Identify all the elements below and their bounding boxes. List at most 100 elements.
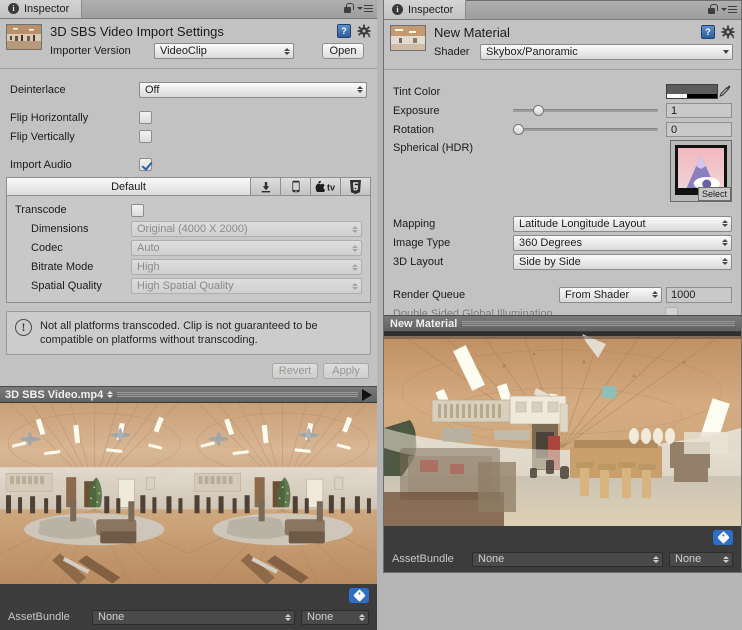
updown-arrows-icon [722, 258, 728, 265]
asset-thumbnail [6, 24, 42, 50]
importer-version-row: Importer Version VideoClip Open [50, 43, 371, 59]
importer-version-value: VideoClip [160, 45, 207, 57]
revert-button[interactable]: Revert [272, 363, 318, 379]
eyedropper-icon[interactable] [718, 84, 732, 99]
rotation-label: Rotation [393, 124, 513, 136]
header-divider [0, 68, 377, 69]
row-flip-horizontally: Flip Horizontally [10, 109, 367, 126]
image-type-dropdown[interactable]: 360 Degrees [513, 235, 732, 251]
appletv-icon: tv [315, 181, 337, 192]
assetbundle-name-dropdown[interactable]: None [472, 552, 663, 567]
info-icon: i [8, 3, 19, 14]
gear-icon[interactable] [357, 24, 371, 38]
platform-tab-tvos[interactable]: tv [310, 178, 340, 195]
tint-color-label: Tint Color [393, 86, 513, 98]
warning-icon: ! [15, 319, 32, 336]
rotation-slider[interactable] [513, 123, 658, 137]
slider-track [513, 128, 658, 131]
platform-tab-ios[interactable] [280, 178, 310, 195]
assetbundle-variant-dropdown[interactable]: None [301, 610, 369, 625]
assetbundle-tag-icon[interactable] [349, 588, 369, 603]
shader-dropdown[interactable]: Skybox/Panoramic [480, 44, 733, 60]
dimensions-value: Original (4000 X 2000) [137, 223, 248, 235]
lock-icon[interactable] [707, 4, 716, 15]
import-audio-checkbox[interactable] [139, 158, 152, 171]
layout-3d-dropdown[interactable]: Side by Side [513, 254, 732, 270]
open-button[interactable]: Open [322, 43, 364, 59]
apply-revert-row: Revert Apply [0, 355, 377, 386]
updown-arrows-icon [653, 556, 659, 563]
importer-version-dropdown[interactable]: VideoClip [154, 43, 294, 59]
apply-button[interactable]: Apply [323, 363, 369, 379]
updown-arrows-icon [352, 226, 358, 233]
rotation-value[interactable]: 0 [666, 122, 732, 137]
bitrate-mode-label: Bitrate Mode [15, 261, 131, 273]
transcode-checkbox[interactable] [131, 204, 144, 217]
alpha-bar [667, 94, 717, 98]
row-tint-color: Tint Color [393, 83, 732, 100]
hamburger-menu-icon[interactable] [357, 5, 373, 13]
material-preview-titlebar: New Material [384, 315, 741, 332]
deinterlace-dropdown[interactable]: Off [139, 82, 367, 98]
skybox-room-preview [384, 332, 741, 526]
right-header-icons: ? [701, 25, 735, 39]
image-type-value: 360 Degrees [519, 237, 582, 249]
updown-arrows-icon [352, 283, 358, 290]
assetbundle-label: AssetBundle [8, 611, 86, 623]
platform-tab-standalone[interactable] [250, 178, 280, 195]
platform-tab-default[interactable]: Default [7, 178, 250, 195]
sbs-equirect-preview [0, 403, 377, 584]
render-queue-value[interactable]: 1000 [666, 287, 732, 303]
exposure-slider[interactable] [513, 104, 658, 118]
deinterlace-value: Off [145, 84, 159, 96]
slider-knob[interactable] [533, 105, 544, 116]
bitrate-mode-value: High [137, 261, 160, 273]
exposure-value[interactable]: 1 [666, 103, 732, 118]
mapping-dropdown[interactable]: Latitude Longitude Layout [513, 216, 732, 232]
material-preview-title: New Material [390, 318, 457, 330]
dimensions-dropdown: Original (4000 X 2000) [131, 221, 362, 237]
updown-arrows-icon[interactable] [107, 391, 113, 398]
assetbundle-tag-icon[interactable] [713, 530, 733, 545]
flip-horizontally-checkbox[interactable] [139, 111, 152, 124]
platform-tab-webgl[interactable] [340, 178, 370, 195]
deinterlace-label: Deinterlace [10, 84, 139, 96]
row-render-queue: Render Queue From Shader 1000 [393, 286, 732, 303]
inspector-window-material: i Inspector [383, 0, 742, 573]
play-icon[interactable] [362, 389, 372, 401]
select-button[interactable]: Select [698, 187, 731, 201]
spherical-texture-field[interactable]: Select [670, 140, 732, 202]
warning-text: Not all platforms transcoded. Clip is no… [40, 319, 362, 347]
video-preview-title: 3D SBS Video.mp4 [5, 389, 103, 401]
flip-vertically-checkbox[interactable] [139, 130, 152, 143]
tint-color-swatch[interactable] [666, 84, 718, 99]
row-codec: Codec Auto [15, 240, 362, 256]
assetbundle-variant-dropdown[interactable]: None [669, 552, 733, 567]
preview-grip[interactable] [117, 391, 358, 398]
row-spatial-quality: Spatial Quality High Spatial Quality [15, 278, 362, 294]
thumbnail-room-image [7, 25, 41, 49]
preview-grip[interactable] [462, 320, 735, 327]
help-book-icon[interactable]: ? [701, 25, 715, 39]
tab-inspector-left[interactable]: i Inspector [0, 0, 82, 18]
render-queue-mode-dropdown[interactable]: From Shader [559, 287, 662, 303]
material-preview-canvas[interactable] [384, 332, 741, 526]
transcode-label: Transcode [15, 204, 131, 216]
assetbundle-variant-value: None [307, 611, 333, 623]
render-queue-label: Render Queue [393, 289, 513, 301]
html5-webgl-icon [349, 180, 362, 194]
transcode-warning-helpbox: ! Not all platforms transcoded. Clip is … [6, 311, 371, 355]
lock-icon[interactable] [343, 3, 352, 14]
video-preview-canvas[interactable] [0, 403, 377, 584]
gear-icon[interactable] [721, 25, 735, 39]
importer-version-label: Importer Version [50, 45, 154, 57]
assetbundle-label: AssetBundle [392, 553, 466, 565]
assetbundle-name-value: None [478, 553, 504, 565]
page-title: 3D SBS Video Import Settings [50, 24, 371, 39]
assetbundle-row-right: AssetBundle None None [384, 549, 741, 569]
assetbundle-name-dropdown[interactable]: None [92, 610, 295, 625]
help-book-icon[interactable]: ? [337, 24, 351, 38]
hamburger-menu-icon[interactable] [721, 6, 737, 14]
tab-inspector-right[interactable]: i Inspector [384, 0, 466, 19]
slider-knob[interactable] [513, 124, 524, 135]
